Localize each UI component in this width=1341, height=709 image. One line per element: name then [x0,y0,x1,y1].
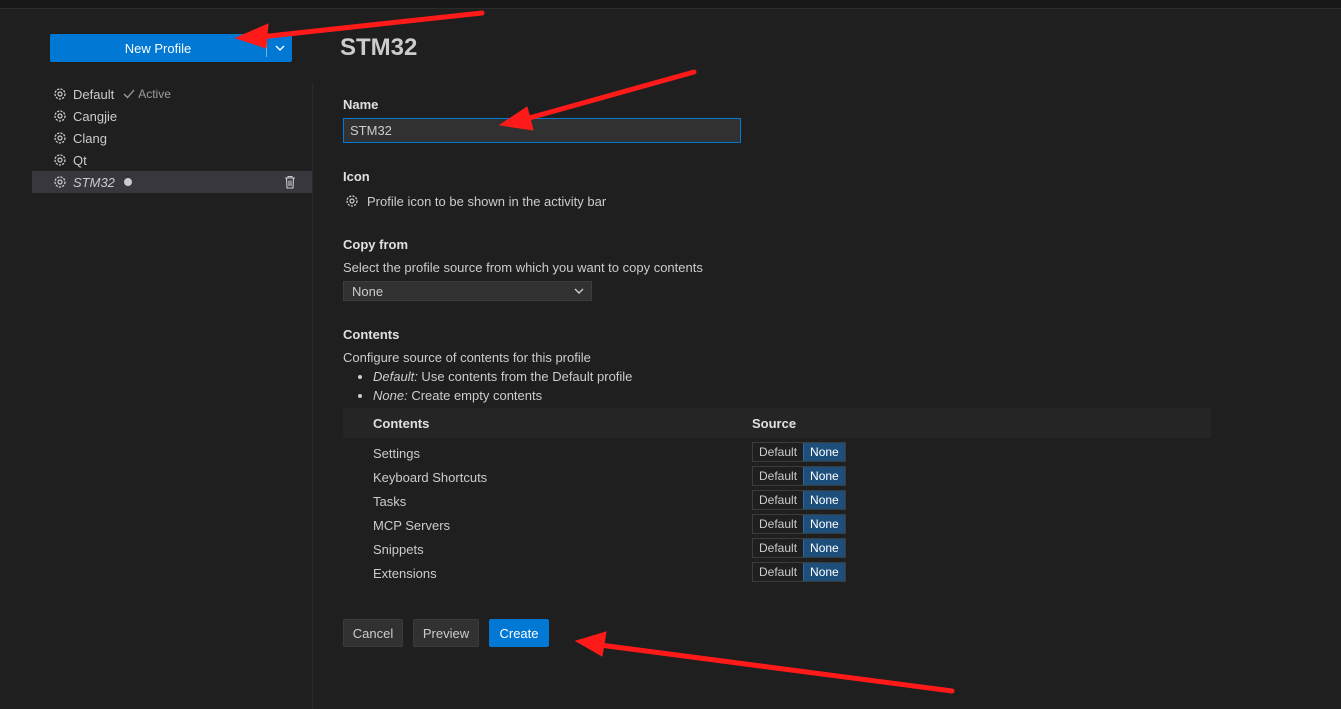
source-default-option[interactable]: Default [753,467,804,485]
new-profile-button[interactable]: New Profile [50,34,266,62]
source-default-option[interactable]: Default [753,443,804,461]
table-row: Settings Default None [343,441,1211,465]
new-profile-button-group: New Profile [50,34,292,62]
bullet-term: Default: [373,369,418,384]
profile-icon-picker[interactable] [343,192,361,210]
bullet-text: Use contents from the Default profile [417,369,633,384]
column-header-source: Source [752,416,797,431]
row-label: MCP Servers [373,518,451,533]
chevron-down-icon [275,45,284,51]
new-profile-dropdown-button[interactable] [267,34,292,62]
profile-name: STM32 [73,174,115,190]
gear-icon [54,132,66,144]
chevron-down-icon [574,288,584,294]
source-toggle: Default None [752,442,846,462]
source-toggle: Default None [752,514,846,534]
gear-icon [346,195,358,207]
source-none-option[interactable]: None [803,491,845,509]
column-header-contents: Contents [373,416,430,431]
source-default-option[interactable]: Default [753,515,804,533]
profile-name: Default [73,86,115,102]
gear-icon [54,154,66,166]
source-default-option[interactable]: Default [753,491,804,509]
bullet-term: None: [373,388,408,403]
source-none-option[interactable]: None [803,467,845,485]
list-item: None: Create empty contents [373,386,632,405]
window-top-bar [0,0,1341,9]
row-label: Keyboard Shortcuts [373,470,488,485]
source-none-option[interactable]: None [803,515,845,533]
sidebar-divider [312,83,313,709]
profile-name: Clang [73,130,107,146]
list-item: Default: Use contents from the Default p… [373,367,632,386]
row-label: Tasks [373,494,407,509]
cancel-button[interactable]: Cancel [343,619,403,647]
active-badge: Active [122,87,171,101]
profile-item-clang[interactable]: Clang [32,127,312,149]
source-toggle: Default None [752,562,846,582]
gear-icon [54,88,66,100]
preview-button[interactable]: Preview [413,619,479,647]
source-default-option[interactable]: Default [753,563,804,581]
icon-row: Profile icon to be shown in the activity… [343,192,606,210]
page-title: STM32 [340,34,418,61]
contents-table-header: Contents Source [343,408,1211,438]
table-row: Extensions Default None [343,561,1211,585]
copy-from-description: Select the profile source from which you… [343,260,703,275]
profile-name: Cangjie [73,108,118,124]
bullet-text: Create empty contents [407,388,543,403]
copy-from-label: Copy from [343,237,408,252]
active-label: Active [138,87,171,101]
contents-table-body: Settings Default None Keyboard Shortcuts … [343,441,1211,585]
source-none-option[interactable]: None [803,443,845,461]
unsaved-dot-icon [123,178,132,186]
gear-icon [54,110,66,122]
gear-icon [54,176,66,188]
source-toggle: Default None [752,466,846,486]
table-row: Snippets Default None [343,537,1211,561]
profile-item-cangjie[interactable]: Cangjie [32,105,312,127]
copy-from-value: None [352,283,384,299]
table-row: MCP Servers Default None [343,513,1211,537]
table-row: Tasks Default None [343,489,1211,513]
contents-description: Configure source of contents for this pr… [343,350,591,365]
icon-label: Icon [343,169,370,184]
profile-item-default[interactable]: Default Active [32,83,312,105]
source-none-option[interactable]: None [803,563,845,581]
create-button[interactable]: Create [489,619,549,647]
profile-list: Default Active Cangjie Clang Qt STM32 [32,83,312,193]
icon-description: Profile icon to be shown in the activity… [367,193,607,209]
source-toggle: Default None [752,538,846,558]
table-row: Keyboard Shortcuts Default None [343,465,1211,489]
trash-icon[interactable] [282,174,298,190]
name-input[interactable] [343,118,741,143]
contents-label: Contents [343,327,400,342]
source-default-option[interactable]: Default [753,539,804,557]
source-toggle: Default None [752,490,846,510]
row-label: Settings [373,446,420,461]
profile-item-stm32[interactable]: STM32 [32,171,312,193]
contents-help-list: Default: Use contents from the Default p… [343,367,632,405]
row-label: Snippets [373,542,424,557]
profile-item-qt[interactable]: Qt [32,149,312,171]
annotation-arrow [574,631,955,694]
copy-from-select[interactable]: None [343,281,592,301]
row-label: Extensions [373,566,437,581]
check-icon [123,89,135,99]
source-none-option[interactable]: None [803,539,845,557]
profile-name: Qt [73,152,87,168]
name-label: Name [343,97,379,112]
